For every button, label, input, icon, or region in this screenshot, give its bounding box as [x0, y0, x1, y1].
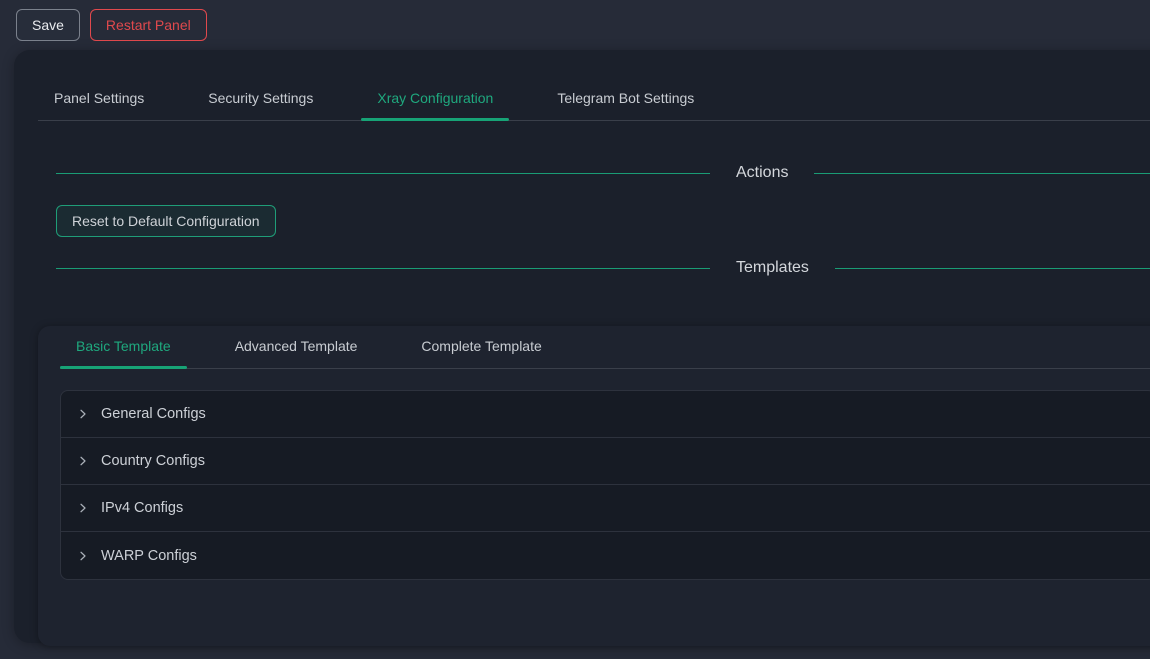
templates-card: Basic Template Advanced Template Complet…	[38, 326, 1150, 646]
toolbar: Save Restart Panel	[0, 0, 1150, 50]
chevron-right-icon	[77, 408, 89, 420]
chevron-right-icon	[77, 455, 89, 467]
tab-advanced-template[interactable]: Advanced Template	[219, 326, 374, 368]
divider-line	[814, 173, 1150, 174]
tab-security-settings[interactable]: Security Settings	[192, 78, 329, 120]
template-tabs: Basic Template Advanced Template Complet…	[60, 326, 1150, 369]
screen: Save Restart Panel Panel Settings Securi…	[0, 0, 1150, 659]
divider-line	[56, 268, 710, 269]
save-button[interactable]: Save	[16, 9, 80, 41]
collapse-warp-configs[interactable]: WARP Configs	[61, 532, 1150, 579]
collapse-label: Country Configs	[101, 453, 205, 469]
reset-to-default-button[interactable]: Reset to Default Configuration	[56, 205, 276, 237]
settings-card: Panel Settings Security Settings Xray Co…	[14, 50, 1150, 643]
chevron-right-icon	[77, 502, 89, 514]
settings-tabs: Panel Settings Security Settings Xray Co…	[38, 78, 1150, 121]
divider-line	[56, 173, 710, 174]
actions-section-title: Actions	[736, 164, 788, 182]
configs-collapse: General Configs Country Configs	[60, 390, 1150, 580]
tab-xray-configuration[interactable]: Xray Configuration	[361, 78, 509, 120]
chevron-right-icon	[77, 550, 89, 562]
tab-basic-template[interactable]: Basic Template	[60, 326, 187, 368]
actions-divider: Actions	[56, 161, 1150, 185]
restart-panel-button[interactable]: Restart Panel	[90, 9, 207, 41]
divider-line	[835, 268, 1150, 269]
collapse-label: IPv4 Configs	[101, 500, 183, 516]
tab-complete-template[interactable]: Complete Template	[405, 326, 557, 368]
collapse-label: General Configs	[101, 406, 206, 422]
collapse-country-configs[interactable]: Country Configs	[61, 438, 1150, 485]
tab-telegram-bot-settings[interactable]: Telegram Bot Settings	[541, 78, 710, 120]
collapse-general-configs[interactable]: General Configs	[61, 391, 1150, 438]
tab-panel-settings[interactable]: Panel Settings	[38, 78, 160, 120]
templates-section-title: Templates	[736, 259, 809, 277]
templates-divider: Templates	[56, 256, 1150, 280]
collapse-ipv4-configs[interactable]: IPv4 Configs	[61, 485, 1150, 532]
collapse-label: WARP Configs	[101, 548, 197, 564]
